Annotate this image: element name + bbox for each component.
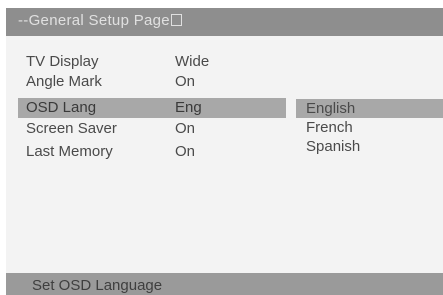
option-spanish[interactable]: Spanish <box>296 137 443 156</box>
option-label: English <box>306 100 356 117</box>
option-label: French <box>306 119 353 136</box>
menu-item-value: On <box>175 143 196 160</box>
page-title: --General Setup Page <box>18 12 182 29</box>
menu-item-label: TV Display <box>26 53 99 70</box>
menu-item-label: Screen Saver <box>26 120 117 137</box>
menu-item-value: On <box>175 120 196 137</box>
osd-screen: --General Setup Page TV Display Wide Ang… <box>6 8 443 295</box>
menu-item-value: Eng <box>175 99 202 116</box>
menu-item-tv-display[interactable]: TV Display Wide <box>6 52 443 72</box>
square-outline-icon <box>170 14 182 26</box>
option-french[interactable]: French <box>296 118 443 137</box>
status-text: Set OSD Language <box>32 277 163 294</box>
language-options-list: English French Spanish <box>296 99 443 156</box>
option-label: Spanish <box>306 138 361 155</box>
page-title-text: --General Setup Page <box>18 12 170 29</box>
menu-item-value: Wide <box>175 53 210 70</box>
option-english[interactable]: English <box>296 99 443 118</box>
status-bar: Set OSD Language <box>6 273 443 295</box>
menu-item-value: On <box>175 73 196 90</box>
menu-item-label: OSD Lang <box>26 99 97 116</box>
menu-item-label: Last Memory <box>26 143 113 160</box>
menu-item-angle-mark[interactable]: Angle Mark On <box>6 72 443 92</box>
title-bar: --General Setup Page <box>6 8 443 36</box>
menu-item-label: Angle Mark <box>26 73 102 90</box>
